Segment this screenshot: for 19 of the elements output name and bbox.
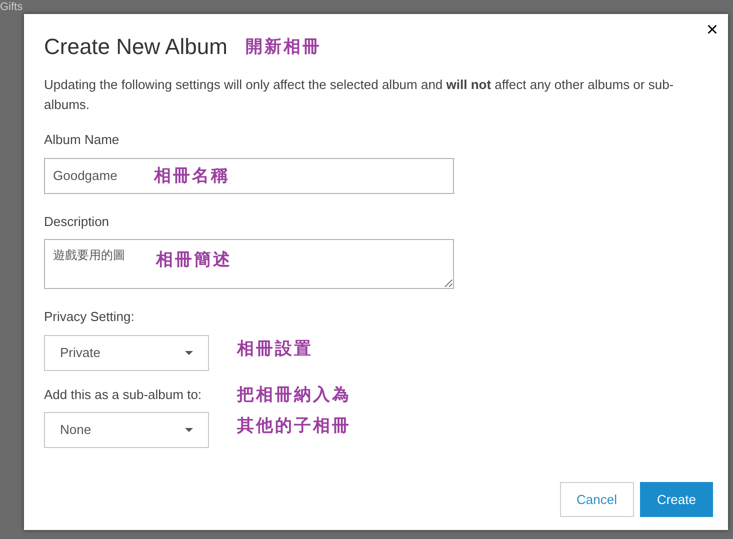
annotation-text: 開新相冊 — [245, 36, 322, 58]
caret-icon — [185, 428, 193, 432]
caret-icon — [185, 350, 193, 354]
annotation-text: 相冊設置 — [237, 338, 313, 360]
field-label: Description — [44, 212, 110, 231]
dialog-title: Create New Album — [44, 33, 228, 61]
field-label: Privacy Setting: — [44, 308, 136, 326]
annotation-text: 把相冊納入為 — [237, 384, 351, 406]
cancel-button[interactable]: Cancel — [560, 482, 634, 517]
dropdown-select[interactable]: None — [44, 412, 209, 448]
annotation-text: 相冊名稱 — [154, 164, 230, 186]
annotation-text: 相冊簡述 — [156, 249, 232, 271]
dropdown-select[interactable]: Private — [44, 334, 209, 370]
annotation-text: 其他的子相冊 — [237, 414, 351, 436]
intro-text: Updating the following settings will only affect the selected album and will not affect any other albums or sub-albums. — [44, 76, 675, 114]
field-label: Add this as a sub-album to: — [44, 386, 203, 404]
create-button[interactable]: Create — [640, 482, 713, 517]
close-button[interactable]: × — [706, 18, 718, 42]
field-label: Album Name — [44, 131, 120, 149]
